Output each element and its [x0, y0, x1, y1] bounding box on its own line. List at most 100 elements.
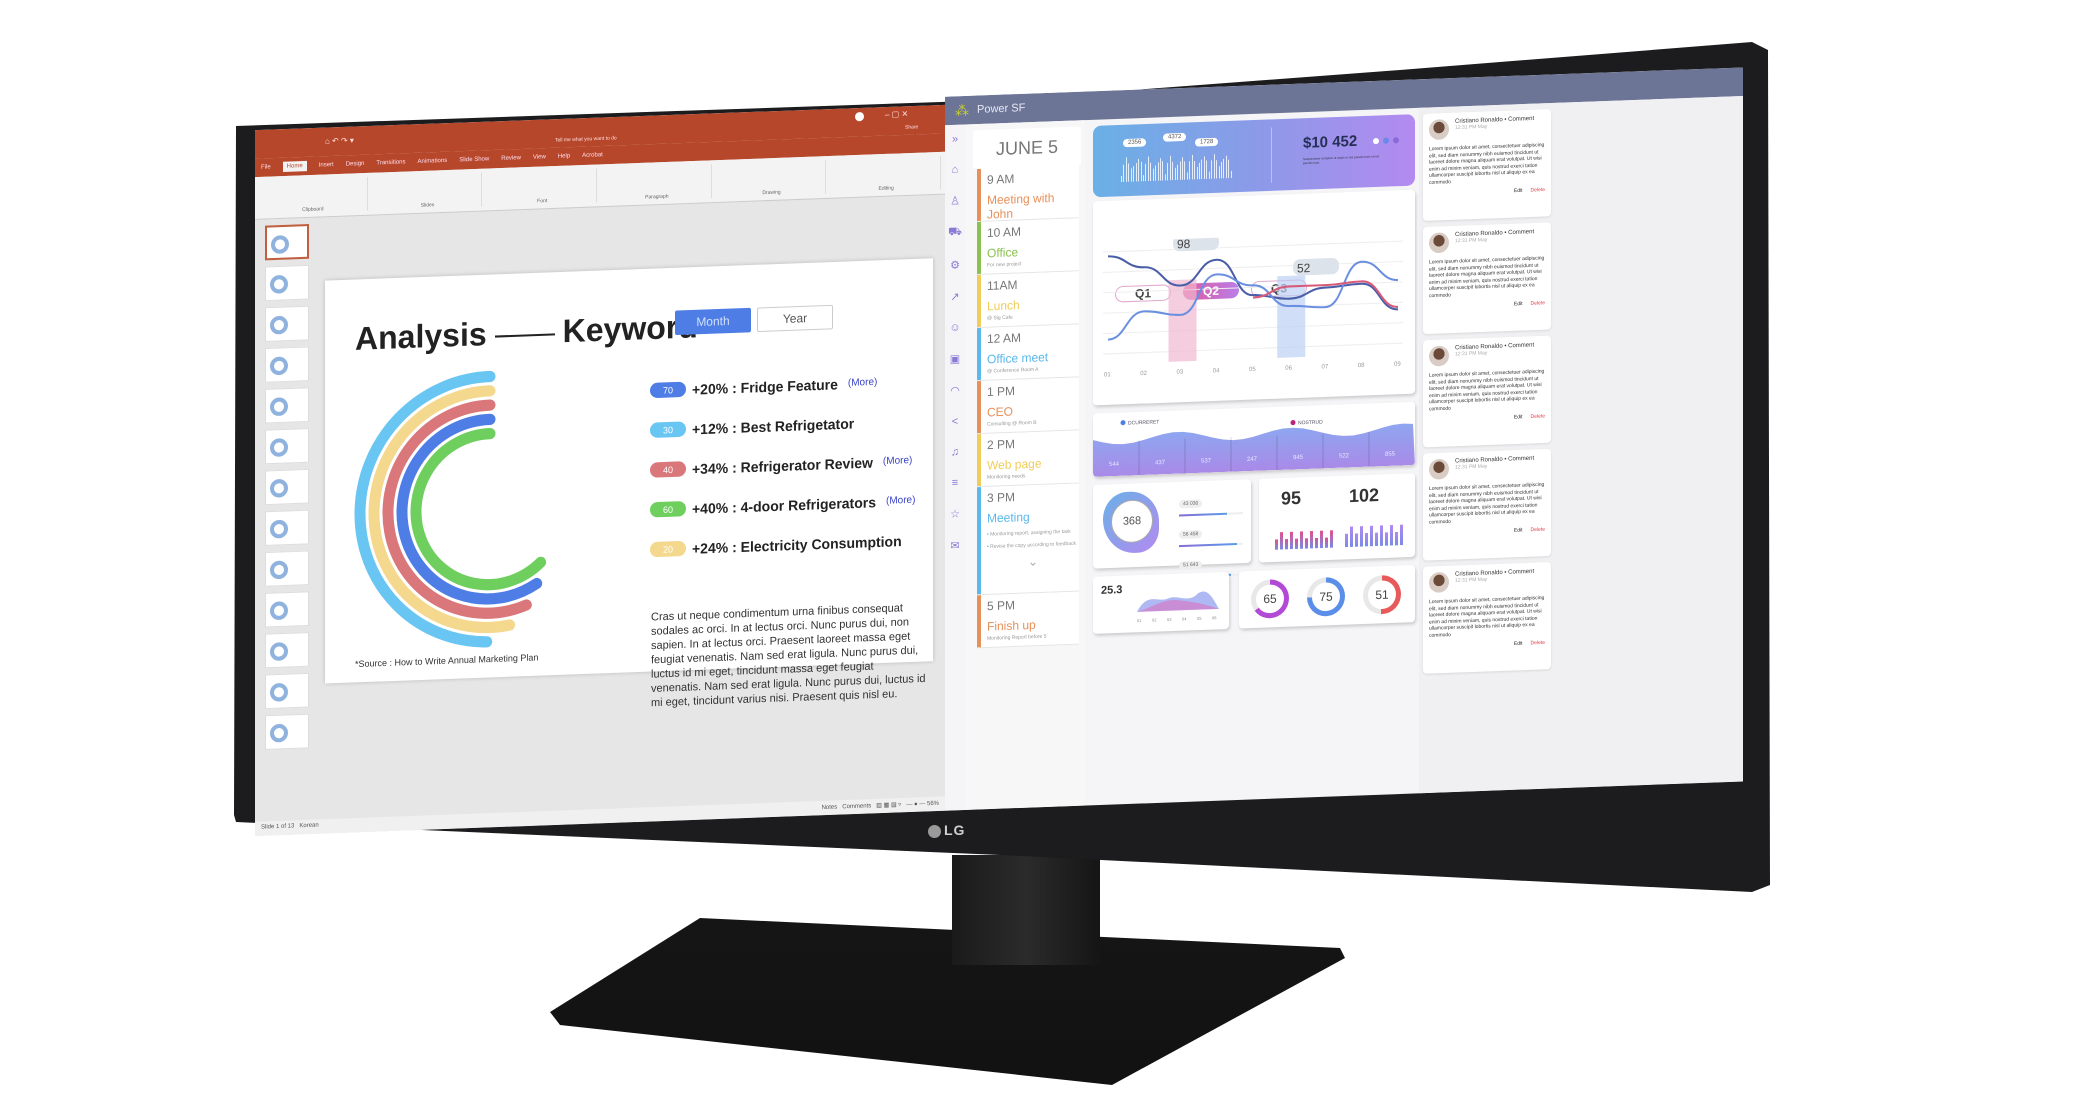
- slide-thumbnail[interactable]: [265, 713, 309, 750]
- x-tick-label: 03: [1177, 370, 1184, 376]
- ribbon-group-slides[interactable]: Slides: [373, 172, 483, 211]
- area-strip-chart: 544 437 537 247 945 522 855 DCURRERET NOSTRUD: [1093, 419, 1415, 477]
- monitor-icon[interactable]: ▣: [950, 352, 960, 366]
- zoom-slider[interactable]: — ● —: [906, 801, 925, 808]
- x-tick-label: 06: [1285, 366, 1292, 372]
- calendar-event[interactable]: 9 AMMeeting with JohnManaging project sc…: [977, 165, 1079, 230]
- ribbon-tab-file[interactable]: File: [261, 164, 271, 170]
- more-link[interactable]: (More): [883, 455, 912, 467]
- edit-button[interactable]: Edit: [1514, 301, 1523, 307]
- slide-thumbnail[interactable]: [265, 632, 309, 669]
- ribbon-group-drawing[interactable]: Drawing: [717, 160, 827, 198]
- tell-me-box[interactable]: Tell me what you want to do: [555, 135, 617, 143]
- strip-area: [1093, 423, 1415, 477]
- event-color-bar: [977, 327, 981, 381]
- star-icon[interactable]: ☆: [950, 507, 960, 521]
- progress-track: [1179, 542, 1243, 548]
- comment-text: Lorem ipsum dolor sit amet, consectetuer…: [1429, 142, 1545, 186]
- comments-button[interactable]: Comments: [842, 803, 871, 810]
- ribbon-tab-animations[interactable]: Animations: [418, 158, 448, 165]
- delete-button[interactable]: Delete: [1531, 527, 1545, 534]
- carousel-dots[interactable]: [1373, 137, 1399, 145]
- stat-bar: [1330, 530, 1333, 548]
- thumbnail-preview: [270, 560, 288, 580]
- ribbon-group-editing[interactable]: Editing: [832, 156, 942, 194]
- more-link[interactable]: (More): [886, 495, 915, 507]
- stat-bar: [1380, 525, 1383, 546]
- calendar-event[interactable]: 12 AM Office meet @ Conference Room A: [977, 324, 1079, 382]
- mail-icon[interactable]: ✉: [950, 539, 959, 553]
- wifi-icon[interactable]: ◠: [950, 384, 960, 398]
- month-button[interactable]: Month: [675, 307, 751, 336]
- account-avatar[interactable]: [855, 111, 864, 122]
- slide-thumbnail[interactable]: [265, 468, 309, 506]
- expand-icon[interactable]: »: [952, 133, 958, 145]
- year-button[interactable]: Year: [757, 304, 833, 333]
- home-icon[interactable]: ⌂: [952, 164, 959, 176]
- chart-icon[interactable]: ↗: [950, 290, 959, 304]
- language-indicator[interactable]: Korean: [299, 822, 318, 829]
- list-icon[interactable]: ≡: [952, 477, 958, 489]
- slide-thumbnail[interactable]: [265, 550, 309, 587]
- ribbon-group-font[interactable]: Font: [488, 168, 598, 207]
- slide-thumbnail[interactable]: [265, 346, 309, 383]
- delete-button[interactable]: Delete: [1531, 187, 1545, 194]
- slide-thumbnail[interactable]: [265, 428, 309, 465]
- edit-button[interactable]: Edit: [1514, 188, 1523, 194]
- ribbon-group-clipboard[interactable]: Clipboard: [259, 177, 368, 215]
- slide-thumbnail[interactable]: [265, 224, 309, 261]
- delete-button[interactable]: Delete: [1531, 300, 1545, 307]
- mini-x-label: 02: [1152, 617, 1157, 622]
- stat-value-b: 102: [1349, 484, 1380, 507]
- calendar-event[interactable]: 3 PM Meeting • Monitoring report, assignin…: [977, 483, 1079, 596]
- ribbon-tab-help[interactable]: Help: [558, 153, 570, 160]
- delete-button[interactable]: Delete: [1531, 413, 1545, 420]
- share-button[interactable]: Share: [905, 124, 918, 131]
- ribbon-tab-review[interactable]: Review: [501, 155, 521, 162]
- slide-thumbnail[interactable]: [265, 264, 309, 302]
- edit-button[interactable]: Edit: [1514, 414, 1523, 420]
- ribbon-tab-home[interactable]: Home: [282, 160, 307, 172]
- legend-value-pill: 30: [650, 421, 686, 438]
- thumbnail-preview: [270, 601, 288, 621]
- edit-button[interactable]: Edit: [1514, 527, 1523, 533]
- value-callout: 52: [1293, 257, 1339, 276]
- calendar-event[interactable]: 5 PM Finish up Monitoring Report before 5: [977, 591, 1079, 649]
- ribbon-tab-transitions[interactable]: Transitions: [376, 159, 405, 166]
- calendar-event[interactable]: 1 PM CEO Consulting @ Room B: [977, 377, 1079, 435]
- user-icon[interactable]: ♙: [950, 194, 960, 208]
- notes-button[interactable]: Notes: [822, 804, 838, 811]
- banner-bubble: 4372: [1163, 132, 1187, 142]
- mini-area-card: 25.3 01 02 03 04 05 06: [1093, 571, 1229, 634]
- calendar-event[interactable]: 2 PM Web page Monitoring needs: [977, 430, 1079, 488]
- comment-actions: Edit Delete: [1429, 300, 1545, 310]
- slide-canvas[interactable]: Analysis Keyword Month Year 70 +20% : Frid…: [325, 258, 933, 709]
- slide-thumbnail[interactable]: [265, 305, 309, 342]
- chevron-down-icon[interactable]: ⌄: [987, 553, 1079, 571]
- settings-icon[interactable]: ⚙: [950, 258, 960, 272]
- more-link[interactable]: (More): [848, 377, 877, 389]
- calendar-event[interactable]: 10 AM Office For new project: [977, 218, 1079, 276]
- quick-access-toolbar[interactable]: ⌂ ↶ ↷ ▾: [325, 136, 354, 146]
- ribbon-tab-view[interactable]: View: [533, 154, 546, 161]
- share-icon[interactable]: <: [952, 415, 958, 427]
- slide-thumbnail[interactable]: [265, 672, 309, 710]
- edit-button[interactable]: Edit: [1514, 641, 1523, 647]
- ribbon-group-paragraph[interactable]: Paragraph: [603, 164, 712, 203]
- slide-thumbnail[interactable]: [265, 591, 309, 628]
- ribbon-tab-insert[interactable]: Insert: [319, 162, 334, 169]
- calendar-event[interactable]: 11AM Lunch @ Sig Cafe: [977, 271, 1079, 329]
- app-logo-icon: ⁂: [955, 101, 969, 119]
- powerpoint-window: ⌂ ↶ ↷ ▾ Tell me what you want to do – ▢ …: [255, 104, 945, 837]
- view-buttons[interactable]: ▥ ▦ ▤ ▿: [876, 802, 901, 809]
- slide-thumbnail[interactable]: [265, 387, 309, 424]
- people-icon[interactable]: ☺: [949, 322, 960, 335]
- slide-thumbnail[interactable]: [265, 509, 309, 546]
- ribbon-tab-design[interactable]: Design: [346, 161, 365, 168]
- window-controls[interactable]: – ▢ ✕: [885, 109, 908, 119]
- delete-button[interactable]: Delete: [1531, 640, 1545, 647]
- bell-icon[interactable]: ♫: [951, 446, 959, 459]
- ribbon-tab-acrobat[interactable]: Acrobat: [582, 152, 603, 159]
- cart-icon[interactable]: ⛟: [948, 226, 962, 241]
- ribbon-tab-slide-show[interactable]: Slide Show: [459, 156, 489, 163]
